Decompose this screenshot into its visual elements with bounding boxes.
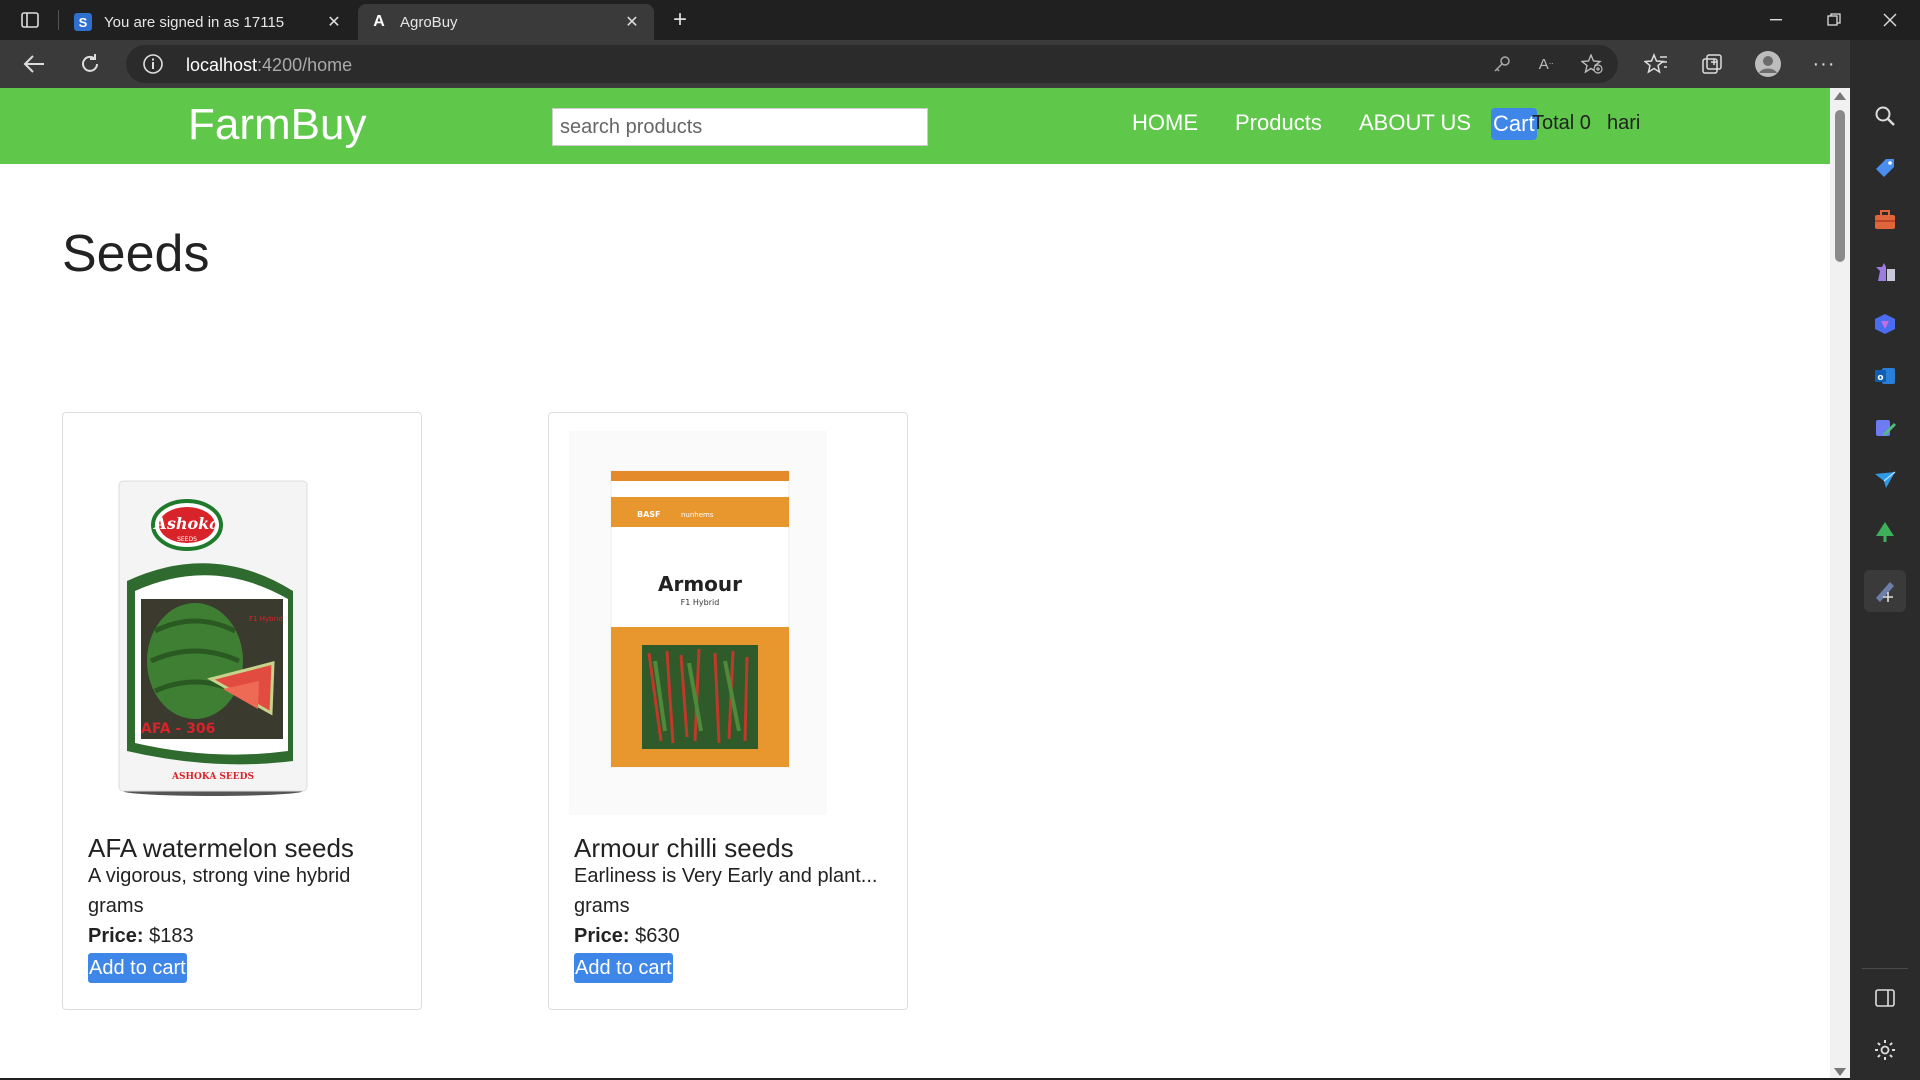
tree-icon[interactable] bbox=[1871, 518, 1899, 546]
cart-total: Total 0 bbox=[1532, 112, 1591, 134]
product-unit: grams bbox=[574, 895, 630, 917]
browser-tab-agrobuy[interactable]: A AgroBuy ✕ bbox=[358, 4, 654, 40]
collections-icon[interactable] bbox=[1696, 48, 1728, 80]
angular-favicon-icon: A bbox=[373, 13, 385, 30]
nav-home-link[interactable]: HOME bbox=[1132, 110, 1198, 136]
minimize-icon[interactable] bbox=[1748, 0, 1804, 40]
games-icon[interactable] bbox=[1871, 258, 1899, 286]
pack-brand: Ashoka bbox=[152, 514, 219, 533]
address-bar[interactable]: localhost:4200/home A ᐧᐧ bbox=[126, 45, 1618, 83]
site-info-icon[interactable] bbox=[142, 53, 164, 75]
product-card: Ashoka SEEDS F1 Hybrid AFA - 306 ASHOKA … bbox=[62, 412, 422, 1010]
password-key-icon[interactable] bbox=[1490, 53, 1514, 75]
price-label: Price: bbox=[88, 925, 144, 947]
edge-sidebar: o bbox=[1850, 40, 1920, 1080]
browser-toolbar: localhost:4200/home A ᐧᐧ ··· bbox=[0, 40, 1920, 88]
add-favorite-icon[interactable] bbox=[1580, 53, 1604, 75]
favorites-icon[interactable] bbox=[1640, 48, 1672, 80]
close-tab-icon[interactable]: ✕ bbox=[622, 12, 642, 32]
product-name[interactable]: AFA watermelon seeds bbox=[88, 833, 354, 864]
pack-brand: BASF bbox=[637, 510, 661, 519]
close-window-icon[interactable] bbox=[1862, 0, 1918, 40]
browser-tab-signed-in[interactable]: S You are signed in as 17115 ✕ bbox=[62, 4, 356, 40]
price-value: $630 bbox=[635, 925, 680, 947]
pack-tag: F1 Hybrid bbox=[249, 615, 283, 623]
designer-edit-icon[interactable] bbox=[1871, 414, 1899, 442]
copilot-icon[interactable] bbox=[1871, 310, 1899, 338]
product-card: BASF nunhems Armour F1 Hybrid Armour chi… bbox=[548, 412, 908, 1010]
url-host: localhost bbox=[186, 55, 258, 75]
pack-variety: Armour bbox=[658, 572, 742, 596]
watermelon-seed-pack-image[interactable]: Ashoka SEEDS F1 Hybrid AFA - 306 ASHOKA … bbox=[83, 431, 401, 815]
pack-brand-sub: SEEDS bbox=[177, 536, 197, 543]
send-paper-plane-icon[interactable] bbox=[1871, 466, 1899, 494]
product-description: A vigorous, strong vine hybrid bbox=[88, 865, 351, 887]
pack-sub-brand: nunhems bbox=[681, 511, 714, 519]
s-favicon-icon: S bbox=[74, 13, 92, 31]
tab-actions-icon[interactable] bbox=[14, 8, 46, 32]
tab-title: You are signed in as 17115 bbox=[104, 13, 285, 31]
shopping-tag-icon[interactable] bbox=[1871, 154, 1899, 182]
url-path: :4200/home bbox=[257, 55, 353, 75]
product-name[interactable]: Armour chilli seeds bbox=[574, 833, 794, 864]
browser-tab-bar: S You are signed in as 17115 ✕ A AgroBuy… bbox=[0, 0, 1920, 40]
add-to-cart-button[interactable]: Add to cart bbox=[88, 953, 187, 983]
close-tab-icon[interactable]: ✕ bbox=[324, 12, 344, 32]
user-name[interactable]: hari bbox=[1607, 112, 1640, 135]
product-price: Price: $630 bbox=[574, 925, 680, 948]
outlook-icon[interactable]: o bbox=[1871, 362, 1899, 390]
page-scrollbar[interactable] bbox=[1830, 88, 1850, 1080]
page-title: Seeds bbox=[62, 225, 210, 283]
sidebar-divider bbox=[1862, 968, 1908, 969]
nav-products-link[interactable]: Products bbox=[1235, 110, 1322, 136]
pack-variety: AFA - 306 bbox=[141, 721, 215, 737]
settings-gear-icon[interactable] bbox=[1871, 1036, 1899, 1064]
cart-button[interactable]: Cart bbox=[1491, 108, 1537, 140]
tab-separator bbox=[58, 10, 59, 30]
price-value: $183 bbox=[149, 925, 194, 947]
search-input[interactable] bbox=[552, 108, 928, 146]
pack-footer: ASHOKA SEEDS bbox=[171, 772, 254, 782]
back-arrow-icon[interactable] bbox=[18, 48, 50, 80]
svg-text:o: o bbox=[1877, 373, 1883, 383]
refresh-icon[interactable] bbox=[74, 48, 106, 80]
brand-logo-text[interactable]: FarmBuy bbox=[188, 100, 366, 150]
pack-tag: F1 Hybrid bbox=[681, 598, 720, 607]
search-icon[interactable] bbox=[1871, 102, 1899, 130]
scroll-down-arrow-icon[interactable] bbox=[1834, 1068, 1846, 1076]
scroll-up-arrow-icon[interactable] bbox=[1834, 92, 1846, 100]
scrollbar-thumb[interactable] bbox=[1835, 110, 1845, 262]
new-tab-icon[interactable]: + bbox=[664, 6, 696, 34]
url-text[interactable]: localhost:4200/home bbox=[186, 55, 352, 76]
price-label: Price: bbox=[574, 925, 630, 947]
drop-pen-icon[interactable] bbox=[1864, 570, 1906, 612]
page-viewport: FarmBuy HOME Products ABOUT US Cart Tota… bbox=[0, 88, 1830, 1080]
site-navbar: FarmBuy HOME Products ABOUT US Cart Tota… bbox=[0, 88, 1830, 164]
sidebar-panel-icon[interactable] bbox=[1871, 984, 1899, 1012]
nav-about-link[interactable]: ABOUT US bbox=[1359, 110, 1471, 136]
restore-icon[interactable] bbox=[1806, 0, 1862, 40]
profile-avatar-icon[interactable] bbox=[1752, 48, 1784, 80]
read-aloud-icon[interactable]: A ᐧᐧ bbox=[1534, 53, 1558, 75]
product-unit: grams bbox=[88, 895, 144, 917]
chilli-seed-pack-image[interactable]: BASF nunhems Armour F1 Hybrid bbox=[569, 431, 887, 815]
product-price: Price: $183 bbox=[88, 925, 194, 948]
tab-title: AgroBuy bbox=[400, 13, 458, 31]
more-options-icon[interactable]: ··· bbox=[1808, 48, 1840, 80]
tools-briefcase-icon[interactable] bbox=[1871, 206, 1899, 234]
add-to-cart-button[interactable]: Add to cart bbox=[574, 953, 673, 983]
product-description: Earliness is Very Early and plant... bbox=[574, 865, 878, 887]
